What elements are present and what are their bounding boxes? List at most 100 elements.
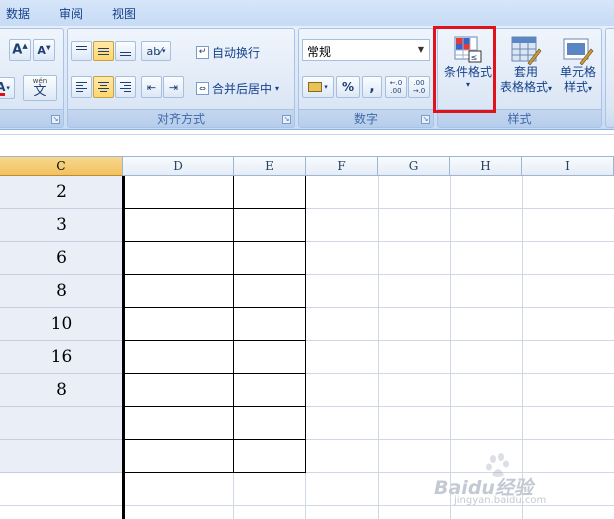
percent-style-button[interactable]: % <box>336 76 360 98</box>
column-header-h[interactable]: H <box>450 157 522 176</box>
align-bottom-button[interactable] <box>115 41 136 61</box>
dropdown-arrow-icon[interactable]: ▼ <box>415 43 427 57</box>
alignment-group-title: 对齐方式 <box>68 109 294 127</box>
align-top-button[interactable] <box>71 41 92 61</box>
tab-data[interactable]: 数据 <box>6 5 30 22</box>
align-right-icon <box>120 82 131 92</box>
accounting-format-button[interactable]: ▾ <box>302 76 334 98</box>
merge-center-button[interactable]: ⇔ 合并后居中 ▾ <box>196 78 279 98</box>
number-group: 常规 ▼ ▾ % , ←.0 .00 .00 →.0 数字 ↘ <box>298 28 434 128</box>
ribbon: A▲ A▼ A ▾ wén 文 ↘ ab⁄ ▾ ↵ 自动换行 ⇤ ⇥ ⇔ 合并后… <box>0 26 614 130</box>
decrease-decimal-top: .00 <box>413 79 425 87</box>
cell-styles-button[interactable]: 单元格 样式▾ <box>555 33 601 109</box>
text-orientation-icon: ab⁄ <box>146 44 163 58</box>
cell-c[interactable]: 3 <box>0 209 123 242</box>
phonetic-guide-button[interactable]: wén 文 <box>23 75 57 101</box>
format-as-table-label-1: 套用 <box>513 65 538 79</box>
number-dialog-launcher-icon[interactable]: ↘ <box>421 115 430 124</box>
align-top-icon <box>76 46 87 50</box>
gridline <box>233 472 234 519</box>
alignment-dialog-launcher-icon[interactable]: ↘ <box>282 115 291 124</box>
decrease-decimal-button[interactable]: .00 →.0 <box>408 76 430 98</box>
table-row-divider <box>123 307 306 308</box>
wrap-text-button[interactable]: ↵ 自动换行 <box>196 42 260 62</box>
cell-styles-icon <box>563 38 594 65</box>
column-header-c[interactable]: C <box>0 157 123 176</box>
table-row-divider <box>123 241 306 242</box>
shrink-font-icon: A▼ <box>37 43 51 57</box>
dropdown-arrow-icon: ▾ <box>588 84 593 93</box>
merge-center-icon: ⇔ <box>196 81 209 95</box>
selection-border <box>122 176 125 519</box>
align-left-button[interactable] <box>71 76 92 98</box>
cell-c[interactable] <box>0 407 123 440</box>
cell-styles-label-1: 单元格 <box>559 65 596 79</box>
wrap-text-label: 自动换行 <box>212 45 261 60</box>
dropdown-arrow-icon: ▾ <box>548 84 553 93</box>
cell-c[interactable]: 8 <box>0 374 123 407</box>
tab-review[interactable]: 审阅 <box>59 5 83 22</box>
cell-c[interactable]: 2 <box>0 176 123 209</box>
font-color-button[interactable]: A ▾ <box>0 77 15 99</box>
font-color-icon: A <box>0 81 6 96</box>
align-left-icon <box>76 82 87 92</box>
increase-decimal-button[interactable]: ←.0 .00 <box>385 76 407 98</box>
format-as-table-button[interactable]: 套用 表格格式▾ <box>498 33 554 109</box>
align-bottom-icon <box>120 52 131 56</box>
increase-indent-button[interactable]: ⇥ <box>163 76 184 98</box>
comma-label: , <box>369 79 375 95</box>
column-header-i[interactable]: I <box>522 157 614 176</box>
number-format-combo[interactable]: 常规 ▼ <box>302 39 430 61</box>
decrease-indent-button[interactable]: ⇤ <box>141 76 162 98</box>
font-group: A▲ A▼ A ▾ wén 文 ↘ <box>0 28 64 128</box>
cell-c[interactable]: 8 <box>0 275 123 308</box>
increase-decimal-top: ←.0 <box>389 79 403 87</box>
highlight-box <box>433 26 496 113</box>
column-header-f[interactable]: F <box>306 157 378 176</box>
shrink-font-button[interactable]: A▼ <box>33 39 55 61</box>
phonetic-char: 文 <box>33 84 47 99</box>
table-row-divider <box>123 340 306 341</box>
format-as-table-label-2: 表格格式▾ <box>499 80 553 94</box>
cell-c[interactable] <box>0 440 123 473</box>
next-group-edge <box>605 28 614 128</box>
gridline <box>378 176 379 519</box>
dropdown-arrow-icon: ▾ <box>6 84 10 92</box>
cell-c[interactable]: 16 <box>0 341 123 374</box>
percent-label: % <box>341 80 355 94</box>
increase-indent-icon: ⇥ <box>168 80 179 94</box>
decrease-decimal-bottom: →.0 <box>412 87 426 95</box>
alignment-group: ab⁄ ▾ ↵ 自动换行 ⇤ ⇥ ⇔ 合并后居中 ▾ 对齐方式 ↘ <box>67 28 295 128</box>
table-row-divider <box>123 406 306 407</box>
merge-center-label: 合并后居中 <box>212 81 273 96</box>
grow-font-icon: A▲ <box>12 42 28 58</box>
watermark-url: jingyan.baidu.com <box>454 495 547 506</box>
table-row-divider <box>123 439 306 440</box>
table-row-divider <box>123 208 306 209</box>
column-header-e[interactable]: E <box>234 157 306 176</box>
formula-bar-area <box>0 130 614 157</box>
comma-style-button[interactable]: , <box>362 76 382 98</box>
cell-c[interactable]: 10 <box>0 308 123 341</box>
dialog-launcher-icon[interactable]: ↘ <box>51 115 60 124</box>
table-row-divider <box>123 373 306 374</box>
number-group-title: 数字 <box>299 109 433 127</box>
gridline <box>305 472 306 519</box>
number-format-value: 常规 <box>307 45 332 59</box>
currency-icon <box>308 82 323 92</box>
format-as-table-icon <box>511 36 542 65</box>
grow-font-button[interactable]: A▲ <box>9 39 31 61</box>
align-center-button[interactable] <box>93 76 114 98</box>
wrap-text-icon: ↵ <box>196 45 209 59</box>
cell-styles-label-2: 样式▾ <box>563 80 593 94</box>
cell-c[interactable]: 6 <box>0 242 123 275</box>
align-right-button[interactable] <box>115 76 136 98</box>
increase-decimal-bottom: .00 <box>390 87 402 95</box>
column-header-d[interactable]: D <box>123 157 234 176</box>
column-header-g[interactable]: G <box>378 157 450 176</box>
table-row-divider <box>123 274 306 275</box>
orientation-button[interactable]: ab⁄ ▾ <box>141 41 171 61</box>
align-middle-button[interactable] <box>93 41 114 61</box>
tab-view[interactable]: 视图 <box>112 5 136 22</box>
dropdown-arrow-icon[interactable]: ▾ <box>275 84 279 93</box>
